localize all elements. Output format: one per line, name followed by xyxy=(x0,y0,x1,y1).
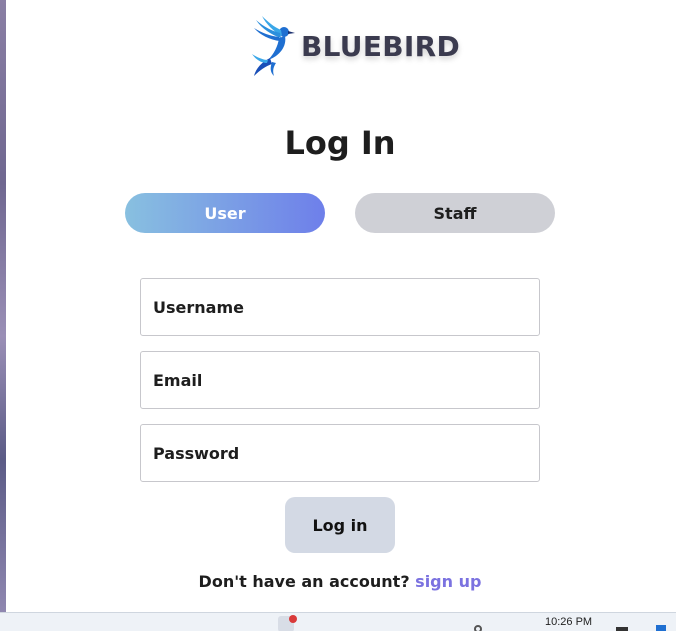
taskbar-clock[interactable]: 10:26 PM xyxy=(545,616,592,628)
tab-staff[interactable]: Staff xyxy=(355,193,555,233)
username-field[interactable] xyxy=(140,278,540,336)
signup-link[interactable]: sign up xyxy=(415,572,481,591)
password-field[interactable] xyxy=(140,424,540,482)
widget-icon[interactable] xyxy=(656,625,666,631)
login-button[interactable]: Log in xyxy=(285,497,395,553)
notification-badge-icon xyxy=(289,615,297,623)
keyboard-icon[interactable] xyxy=(616,627,628,631)
tab-user[interactable]: User xyxy=(125,193,325,233)
signup-prompt: Don't have an account? xyxy=(198,572,410,591)
bluebird-logo-icon xyxy=(252,16,295,76)
brand-header: BLUEBIRD xyxy=(248,14,460,78)
taskbar: 10:26 PM xyxy=(0,612,676,631)
brand-name: BLUEBIRD xyxy=(301,29,461,63)
signup-row: Don't have an account? sign up xyxy=(0,572,676,591)
page-title: Log In xyxy=(284,124,396,162)
email-field[interactable] xyxy=(140,351,540,409)
network-icon[interactable] xyxy=(474,625,482,631)
